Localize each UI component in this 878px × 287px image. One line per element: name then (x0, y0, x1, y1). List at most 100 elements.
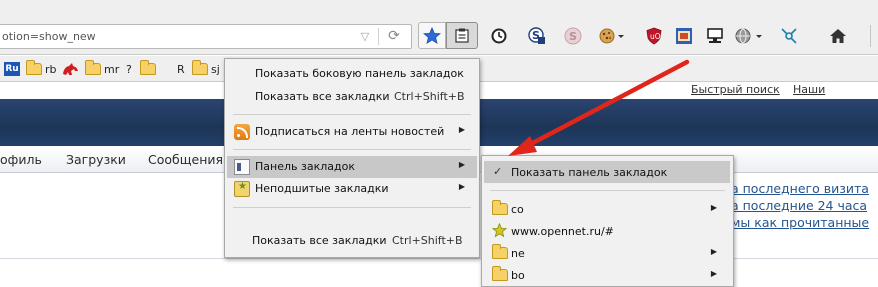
menu-separator (233, 149, 471, 150)
s-gray-extension-button[interactable]: S (559, 22, 587, 49)
cookie-icon (599, 28, 624, 43)
cookie-button[interactable] (594, 22, 630, 49)
submenu-bookmark-opennet[interactable]: www.opennet.ru/# (484, 220, 730, 242)
bookmarks-toolbar-icon (234, 159, 250, 175)
menu-show-all-bookmarks[interactable]: Показать все закладки Ctrl+Shift+B (227, 86, 477, 108)
navigation-toolbar: otion=show_new ▽ ⟳ S S uO (0, 0, 878, 55)
submenu-folder-bo[interactable]: bo ▶ (484, 264, 730, 286)
network-button[interactable] (775, 22, 803, 49)
folder-icon (492, 266, 508, 281)
nav-messages[interactable]: Сообщения (148, 152, 223, 167)
menu-bookmarks-toolbar[interactable]: Панель закладок ▶ (227, 156, 477, 178)
submenu-show-bookmarks-toolbar[interactable]: ✓ Показать панель закладок (484, 161, 730, 183)
folder-icon (192, 60, 208, 75)
menu-shortcut: Ctrl+Shift+B (394, 90, 465, 103)
bookmarks-menu-icon (455, 28, 469, 43)
ublock-icon: uO (646, 27, 662, 44)
svg-text:S: S (569, 30, 577, 43)
menu-shortcut: Ctrl+Shift+B (392, 234, 463, 247)
folder-icon (492, 200, 508, 215)
overflow-edge (870, 25, 878, 47)
submenu-label: bo (511, 269, 525, 282)
url-bar[interactable]: otion=show_new ▽ ⟳ (0, 24, 412, 49)
submenu-arrow-icon: ▶ (458, 125, 465, 134)
submenu-folder-ne[interactable]: ne ▶ (484, 242, 730, 264)
nav-downloads[interactable]: Загрузки (66, 152, 126, 167)
bookmarks-menu-popup: Показать боковую панель закладок Показат… (224, 58, 480, 258)
bookmarks-toolbar-submenu: ✓ Показать панель закладок co ▶ www.open… (481, 155, 734, 287)
help-icon: ? (126, 62, 132, 76)
since-last-visit-link[interactable]: а последнего визита (731, 181, 869, 196)
history-button[interactable] (485, 22, 513, 49)
menu-show-all-bookmarks-bottom[interactable]: Показать все закладки Ctrl+Shift+B (227, 230, 477, 252)
submenu-label: Показать панель закладок (511, 166, 668, 179)
quick-search-link[interactable]: Быстрый поиск (691, 83, 780, 96)
ru-icon: Ru (4, 62, 20, 76)
last-24-hours-link[interactable]: а последние 24 часа (731, 198, 867, 213)
network-icon (781, 27, 797, 44)
menu-label: Подписаться на ленты новостей (255, 125, 445, 138)
menu-subscribe-feeds[interactable]: Подписаться на ленты новостей ▶ (227, 121, 477, 143)
bookmark-folder-rb[interactable]: rb (26, 60, 57, 77)
menu-label: Показать все закладки (252, 234, 387, 247)
submenu-label: www.opennet.ru/# (511, 225, 614, 238)
s-gray-extension-icon: S (564, 27, 582, 44)
home-icon (830, 28, 846, 43)
s-extension-icon: S (528, 26, 545, 44)
menu-label: Панель закладок (255, 160, 355, 173)
submenu-arrow-icon: ▶ (458, 182, 465, 191)
menu-separator (490, 190, 725, 191)
bookmark-label: rb (45, 62, 57, 76)
url-separator (378, 28, 379, 45)
checkmark-icon: ✓ (493, 165, 503, 178)
bookmark-star-button[interactable] (418, 22, 446, 49)
ublock-button[interactable]: uO (640, 22, 668, 49)
home-button[interactable] (824, 22, 852, 49)
menu-show-sidebar[interactable]: Показать боковую панель закладок (227, 63, 477, 85)
menu-separator (233, 114, 471, 115)
bookmark-folder-mr[interactable]: mr (85, 60, 120, 77)
dropdown-triangle-icon[interactable]: ▽ (356, 28, 374, 45)
computer-icon (707, 27, 723, 43)
submenu-arrow-icon: ▶ (710, 247, 717, 256)
submenu-folder-co[interactable]: co ▶ (484, 198, 730, 220)
bookmark-item-ru[interactable]: Ru (4, 61, 20, 77)
bookmarks-menu-button[interactable] (446, 22, 478, 49)
menu-unsorted-bookmarks[interactable]: Неподшитые закладки ▶ (227, 178, 477, 200)
submenu-label: ne (511, 247, 525, 260)
folder-icon (140, 60, 156, 75)
content-divider (0, 258, 878, 259)
s-extension-button[interactable]: S (523, 22, 551, 49)
folder-icon (85, 60, 101, 75)
menu-label: Показать все закладки (255, 90, 390, 103)
photo-extension-button[interactable] (670, 22, 698, 49)
bookmark-label: mr (104, 62, 120, 76)
folder-icon (492, 244, 508, 259)
submenu-arrow-icon: ▶ (710, 269, 717, 278)
bookmark-item-horse[interactable] (61, 61, 79, 77)
globe-icon (735, 28, 762, 43)
bookmark-folder-unnamed[interactable] (140, 60, 156, 77)
horse-icon (63, 63, 78, 75)
unsorted-bookmarks-icon (234, 181, 250, 197)
menu-separator (233, 207, 471, 208)
submenu-arrow-icon: ▶ (710, 203, 717, 212)
reload-icon[interactable]: ⟳ (384, 28, 404, 45)
computer-button[interactable] (701, 22, 729, 49)
bookmark-item-help[interactable]: ? (126, 61, 132, 77)
photo-extension-icon (676, 27, 692, 44)
history-clock-icon (491, 28, 507, 43)
submenu-arrow-icon: ▶ (458, 160, 465, 169)
bookmark-item-r[interactable]: R (177, 61, 185, 77)
svg-text:uO: uO (650, 32, 661, 41)
star-icon (423, 26, 441, 44)
bookmark-label: sj (211, 62, 220, 76)
bookmark-folder-sj[interactable]: sj (192, 60, 220, 77)
url-text[interactable]: otion=show_new (2, 30, 96, 43)
globe-button[interactable] (732, 22, 766, 49)
bookmark-label: R (177, 62, 185, 76)
menu-label: Неподшитые закладки (255, 182, 389, 195)
mark-read-link[interactable]: мы как прочитанные (731, 215, 869, 230)
submenu-label: co (511, 203, 524, 216)
nav-profile[interactable]: офиль (0, 152, 42, 167)
